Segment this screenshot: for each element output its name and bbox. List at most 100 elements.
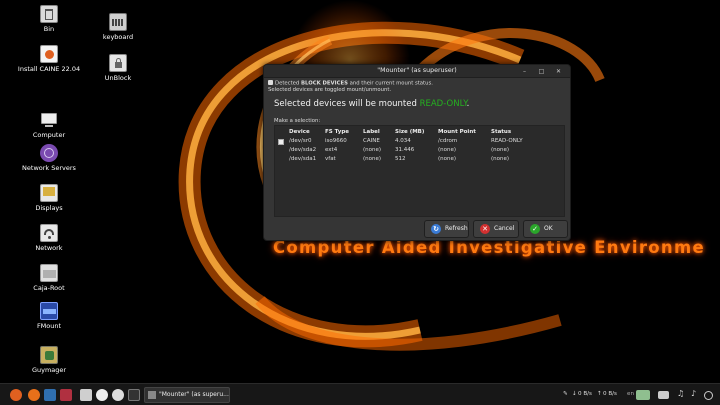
display-icon[interactable] bbox=[658, 391, 669, 399]
table-header: Device FS Type Label Size (MB) Mount Poi… bbox=[275, 129, 564, 137]
lock-icon bbox=[109, 54, 127, 72]
headline-text: Selected devices will be mounted bbox=[274, 99, 420, 109]
info-line-2: Selected devices are toggled mount/unmou… bbox=[268, 87, 392, 93]
desktop-icon-install-caine[interactable]: Install CAINE 22.04 bbox=[14, 45, 84, 73]
keyboard-layout[interactable]: en bbox=[627, 391, 634, 397]
power-icon[interactable] bbox=[704, 391, 713, 400]
cancel-icon: ✕ bbox=[480, 224, 490, 234]
cancel-button[interactable]: ✕ Cancel bbox=[473, 220, 519, 238]
dialog-titlebar[interactable]: "Mounter" (as superuser) – □ ✕ bbox=[264, 65, 570, 78]
column-header[interactable]: Status bbox=[491, 129, 511, 135]
cell-status: READ-ONLY bbox=[491, 138, 523, 144]
desktop-icon-displays[interactable]: Displays bbox=[14, 184, 84, 212]
cell-size: 512 bbox=[395, 156, 406, 162]
ok-icon: ✓ bbox=[530, 224, 540, 234]
app-icon[interactable] bbox=[60, 389, 72, 401]
displays-icon bbox=[40, 184, 58, 202]
accessories-icon[interactable] bbox=[96, 389, 108, 401]
network-servers-icon bbox=[40, 144, 58, 162]
cell-device: /dev/sr0 bbox=[289, 138, 312, 144]
cell-device: /dev/sda1 bbox=[289, 156, 317, 162]
refresh-icon: ↻ bbox=[431, 224, 441, 234]
desktop-icon-label: Displays bbox=[35, 204, 63, 212]
cell-label: (none) bbox=[363, 156, 382, 162]
desktop-icon-label: Bin bbox=[43, 25, 55, 33]
desktop-icon-label: Caja-Root bbox=[33, 284, 65, 292]
ok-button[interactable]: ✓ OK bbox=[523, 220, 568, 238]
desktop-icon-label: Network Servers bbox=[22, 164, 76, 172]
column-header[interactable]: Device bbox=[289, 129, 310, 135]
column-header[interactable]: Label bbox=[363, 129, 380, 135]
network-icon bbox=[40, 224, 58, 242]
desktop-icon-label: keyboard bbox=[102, 33, 134, 41]
desktop-icon-bin[interactable]: Bin bbox=[14, 5, 84, 33]
table-row[interactable]: /dev/sda1 vfat (none) 512 (none) (none) bbox=[275, 156, 564, 164]
firefox-icon[interactable] bbox=[28, 389, 40, 401]
desktop-icon-label: Computer bbox=[32, 131, 66, 139]
info-icon bbox=[268, 80, 273, 85]
files-icon[interactable] bbox=[44, 389, 56, 401]
cell-fstype: iso9660 bbox=[325, 138, 347, 144]
keyboard-layout-icon[interactable] bbox=[636, 390, 650, 400]
dialog-headline: Selected devices will be mounted READ-ON… bbox=[274, 99, 469, 109]
ok-label: OK bbox=[544, 225, 553, 232]
cell-mount-point: (none) bbox=[438, 147, 457, 153]
pen-icon[interactable]: ✎ bbox=[563, 391, 568, 397]
installer-icon bbox=[40, 45, 58, 63]
row-checkbox[interactable] bbox=[278, 139, 284, 145]
cell-mount-point: (none) bbox=[438, 156, 457, 162]
computer-icon bbox=[40, 111, 58, 129]
desktop-icon-unblock[interactable]: UnBlock bbox=[83, 54, 153, 82]
taskbar-window-mounter[interactable]: "Mounter" (as superu... bbox=[144, 387, 230, 403]
search-icon[interactable] bbox=[112, 389, 124, 401]
net-up-icon: ↑ bbox=[597, 391, 602, 397]
table-row[interactable]: /dev/sr0 iso9660 CAINE 4.034 /cdrom READ… bbox=[275, 138, 564, 146]
info-prefix: Detected bbox=[275, 80, 301, 87]
menu-icon[interactable] bbox=[10, 389, 22, 401]
column-header[interactable]: Size (MB) bbox=[395, 129, 424, 135]
desktop-icon-computer[interactable]: Computer bbox=[14, 111, 84, 139]
info-suffix: and their current mount status. bbox=[347, 80, 433, 87]
table-row[interactable]: /dev/sda2 ext4 (none) 31.446 (none) (non… bbox=[275, 147, 564, 155]
desktop-icon-keyboard[interactable]: keyboard bbox=[83, 13, 153, 41]
make-selection-label: Make a selection: bbox=[274, 118, 321, 124]
volume-icon[interactable]: ♪ bbox=[691, 389, 696, 398]
net-up-rate: 0 B/s bbox=[603, 391, 617, 397]
headline-end: . bbox=[466, 99, 470, 109]
cell-status: (none) bbox=[491, 156, 510, 162]
headline-mode: READ-ONLY bbox=[419, 99, 467, 109]
keyboard-icon bbox=[109, 13, 127, 31]
cancel-label: Cancel bbox=[494, 225, 515, 232]
cell-fstype: vfat bbox=[325, 156, 336, 162]
taskbar: "Mounter" (as superu... ✎ ↓ 0 B/s ↑ 0 B/… bbox=[0, 383, 720, 405]
file-manager-icon bbox=[40, 264, 58, 282]
desktop-icon-caja-root[interactable]: Caja-Root bbox=[14, 264, 84, 292]
cell-label: CAINE bbox=[363, 138, 380, 144]
terminal-icon[interactable] bbox=[128, 389, 140, 401]
close-icon[interactable]: ✕ bbox=[554, 67, 563, 76]
refresh-label: Refresh bbox=[445, 225, 468, 232]
cell-status: (none) bbox=[491, 147, 510, 153]
fmount-icon bbox=[40, 302, 58, 320]
text-editor-icon[interactable] bbox=[80, 389, 92, 401]
net-down-icon: ↓ bbox=[572, 391, 577, 397]
cell-device: /dev/sda2 bbox=[289, 147, 317, 153]
notification-icon[interactable]: ♫ bbox=[677, 389, 684, 398]
task-label: "Mounter" (as superu... bbox=[159, 391, 229, 398]
desktop-icon-fmount[interactable]: FMount bbox=[14, 302, 84, 330]
desktop-icon-guymager[interactable]: Guymager bbox=[14, 346, 84, 374]
minimize-icon[interactable]: – bbox=[520, 67, 529, 76]
maximize-icon[interactable]: □ bbox=[537, 67, 546, 76]
info-bold: BLOCK DEVICES bbox=[300, 80, 348, 87]
cell-size: 4.034 bbox=[395, 138, 411, 144]
desktop-icon-label: Guymager bbox=[31, 366, 67, 374]
cell-label: (none) bbox=[363, 147, 382, 153]
desktop-icon-label: FMount bbox=[36, 322, 62, 330]
window-icon bbox=[148, 391, 156, 399]
refresh-button[interactable]: ↻ Refresh bbox=[424, 220, 469, 238]
desktop-icon-network[interactable]: Network bbox=[14, 224, 84, 252]
desktop-icon-network-servers[interactable]: Network Servers bbox=[14, 144, 84, 172]
column-header[interactable]: FS Type bbox=[325, 129, 349, 135]
net-down-rate: 0 B/s bbox=[578, 391, 592, 397]
column-header[interactable]: Mount Point bbox=[438, 129, 476, 135]
